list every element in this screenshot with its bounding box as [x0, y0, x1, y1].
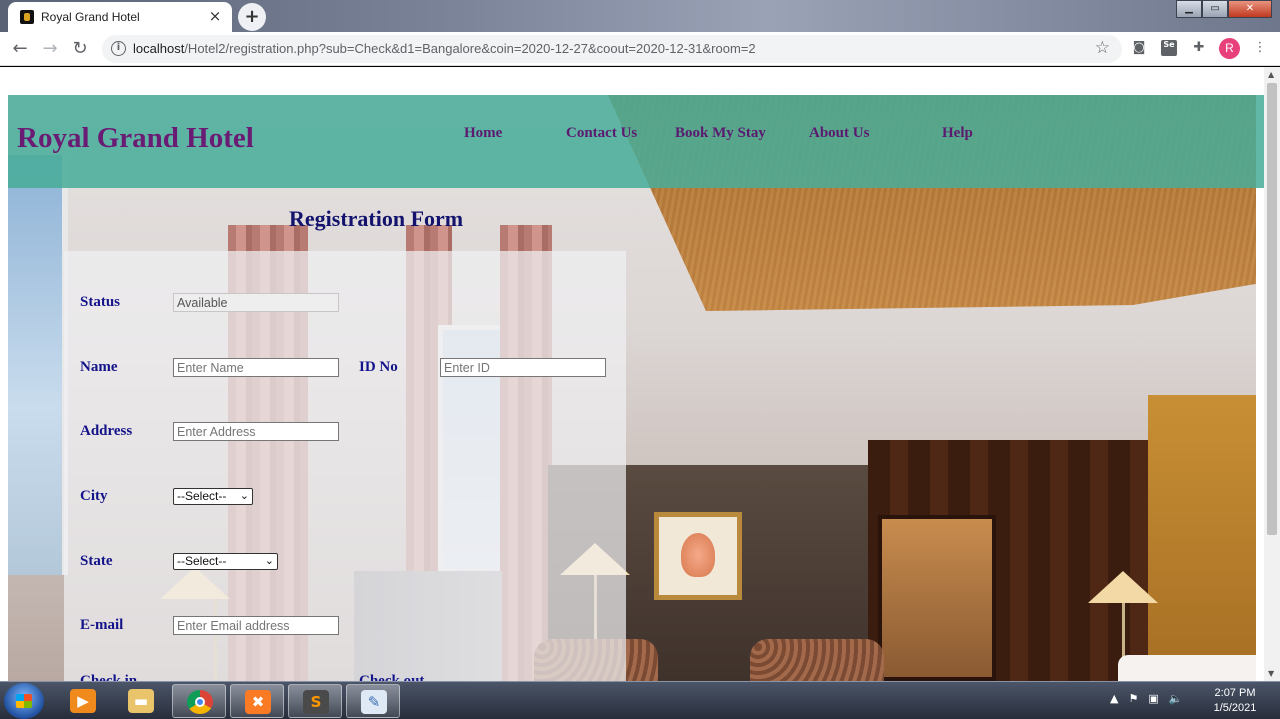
window-controls: ▁ ▭ ✕: [1176, 0, 1272, 18]
email-field[interactable]: [173, 616, 339, 635]
url-host: localhost: [133, 41, 185, 56]
tab-close-icon[interactable]: ×: [206, 7, 224, 25]
url-text[interactable]: localhost/Hotel2/registration.php?sub=Ch…: [133, 41, 756, 56]
browser-titlebar: Royal Grand Hotel × + ▁ ▭ ✕: [0, 0, 1280, 32]
window-decor: [8, 155, 68, 575]
address-field[interactable]: [173, 422, 339, 441]
xampp-icon: ✖: [245, 690, 271, 714]
media-player-icon: ▶: [70, 689, 96, 713]
windows-taskbar: ▶ ▬ ✖ S ✎ ▲ ⚑ ▣ 🔈 2:07 PM 1/5/2021: [0, 681, 1280, 719]
scroll-up-icon[interactable]: ▲: [1268, 70, 1274, 79]
taskbar-paint[interactable]: ✎: [346, 684, 400, 718]
scroll-down-icon[interactable]: ▼: [1268, 669, 1274, 678]
menu-icon[interactable]: ⋮: [1252, 40, 1268, 56]
taskbar-chrome[interactable]: [172, 684, 226, 718]
clock-time: 2:07 PM: [1214, 687, 1256, 699]
page-viewport: Royal Grand Hotel Home Contact Us Book M…: [0, 67, 1280, 681]
nav-about-us[interactable]: About Us: [809, 125, 869, 142]
address-bar[interactable]: i localhost/Hotel2/registration.php?sub=…: [102, 35, 1122, 63]
nav-contact-us[interactable]: Contact Us: [566, 125, 637, 142]
camera-extension-icon[interactable]: ◙: [1131, 40, 1147, 56]
forward-icon[interactable]: →: [39, 38, 61, 60]
paint-icon: ✎: [361, 690, 387, 714]
hotel-favicon-icon: [20, 10, 34, 24]
show-hidden-icons-icon[interactable]: ▲: [1110, 692, 1118, 705]
minimize-button[interactable]: ▁: [1176, 0, 1202, 18]
nav-help[interactable]: Help: [942, 125, 973, 142]
form-title: Registration Form: [289, 206, 464, 231]
chevron-down-icon: ⌄: [239, 489, 249, 502]
reload-icon[interactable]: ↻: [69, 38, 91, 60]
state-select[interactable]: --Select-- ⌄: [173, 553, 278, 570]
checkin-label: Check in: [80, 673, 138, 681]
city-selected-value: --Select--: [177, 489, 227, 503]
maximize-button[interactable]: ▭: [1202, 0, 1228, 18]
system-tray: ▲ ⚑ ▣ 🔈: [1110, 692, 1182, 705]
site-title: Royal Grand Hotel: [17, 122, 254, 154]
star-icon[interactable]: ☆: [1095, 38, 1110, 58]
taskbar-media-player[interactable]: ▶: [56, 684, 110, 718]
network-icon[interactable]: ▣: [1148, 692, 1158, 705]
action-center-flag-icon[interactable]: ⚑: [1128, 692, 1138, 705]
sublime-text-icon: S: [303, 690, 329, 714]
puzzle-extension-icon[interactable]: ✚: [1191, 40, 1207, 56]
clock-date: 1/5/2021: [1213, 702, 1257, 714]
state-selected-value: --Select--: [177, 554, 227, 568]
tab-title: Royal Grand Hotel: [41, 10, 140, 24]
browser-tab[interactable]: Royal Grand Hotel ×: [8, 2, 232, 32]
name-field[interactable]: [173, 358, 339, 377]
status-field[interactable]: [173, 293, 339, 312]
nav-home[interactable]: Home: [464, 125, 502, 142]
chair-decor: [750, 639, 884, 681]
folder-icon: ▬: [128, 689, 154, 713]
state-label: State: [80, 553, 113, 569]
scrollbar-thumb[interactable]: [1267, 83, 1277, 535]
new-tab-button[interactable]: +: [238, 3, 266, 31]
url-path: /Hotel2/registration.php?sub=Check&d1=Ba…: [184, 41, 756, 56]
checkout-label: Check out: [359, 673, 425, 681]
chrome-icon: [187, 690, 213, 714]
info-icon[interactable]: i: [111, 41, 126, 56]
address-label: Address: [80, 423, 133, 439]
back-icon[interactable]: ←: [9, 38, 31, 60]
start-button[interactable]: [4, 683, 44, 719]
doorway-decor: [878, 515, 996, 681]
painting-decor: [654, 512, 742, 600]
bed-decor: [1118, 655, 1256, 681]
browser-toolbar: ← → ↻ i localhost/Hotel2/registration.ph…: [0, 32, 1280, 66]
nav-book-my-stay[interactable]: Book My Stay: [675, 125, 766, 142]
name-label: Name: [80, 359, 118, 375]
chevron-down-icon: ⌄: [264, 554, 274, 567]
profile-avatar[interactable]: R: [1219, 38, 1240, 59]
windows-logo-icon: [16, 694, 32, 708]
id-label: ID No: [359, 359, 398, 375]
page-scrollbar[interactable]: ▲ ▼: [1264, 67, 1280, 681]
volume-icon[interactable]: 🔈: [1169, 692, 1183, 705]
id-field[interactable]: [440, 358, 606, 377]
taskbar-file-explorer[interactable]: ▬: [114, 684, 168, 718]
site-header: Royal Grand Hotel Home Contact Us Book M…: [8, 95, 1264, 188]
form-panel: [64, 251, 626, 681]
wall-decor: [1148, 395, 1256, 681]
lamp-decor: [1088, 571, 1158, 603]
selenium-extension-icon[interactable]: Se: [1161, 40, 1177, 56]
email-label: E-mail: [80, 617, 124, 633]
city-label: City: [80, 488, 108, 504]
taskbar-xampp[interactable]: ✖: [230, 684, 284, 718]
city-select[interactable]: --Select-- ⌄: [173, 488, 253, 505]
status-label: Status: [80, 294, 121, 310]
taskbar-sublime-text[interactable]: S: [288, 684, 342, 718]
close-window-button[interactable]: ✕: [1228, 0, 1272, 18]
taskbar-clock[interactable]: 2:07 PM 1/5/2021: [1200, 686, 1270, 716]
